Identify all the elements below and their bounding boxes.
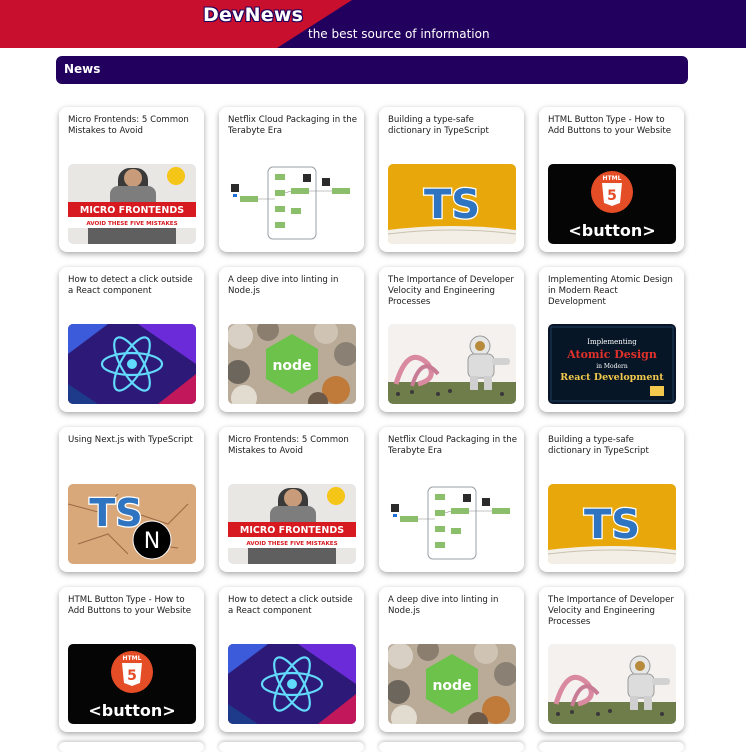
svg-text:HTML: HTML: [123, 655, 142, 662]
article-title[interactable]: A deep dive into linting in Node.js: [228, 275, 358, 297]
svg-text:N: N: [144, 529, 160, 554]
site-header: DevNews the best source of information: [0, 0, 746, 48]
article-card-partial[interactable]: [219, 742, 364, 752]
svg-text:HTML: HTML: [603, 175, 622, 182]
article-card[interactable]: The Importance of Developer Velocity and…: [379, 267, 524, 412]
svg-text:node: node: [432, 678, 471, 694]
svg-text:Implementing: Implementing: [587, 338, 637, 346]
svg-text:5: 5: [607, 188, 617, 204]
article-card[interactable]: A deep dive into linting in Node.js node: [379, 587, 524, 732]
article-thumbnail-netflix[interactable]: [228, 164, 356, 244]
article-thumbnail-astronaut[interactable]: [548, 644, 676, 724]
svg-text:MICRO FRONTENDS: MICRO FRONTENDS: [80, 205, 184, 216]
article-thumbnail-microfrontends[interactable]: MICRO FRONTENDS AVOID THESE FIVE MISTAKE…: [228, 484, 356, 564]
article-thumbnail-netflix[interactable]: [388, 484, 516, 564]
article-title[interactable]: The Importance of Developer Velocity and…: [548, 595, 678, 628]
article-thumbnail-astronaut[interactable]: [388, 324, 516, 404]
article-thumbnail-node[interactable]: node: [388, 644, 516, 724]
article-card-partial[interactable]: [539, 742, 684, 752]
article-card[interactable]: How to detect a click outside a React co…: [219, 587, 364, 732]
article-thumbnail-node[interactable]: node: [228, 324, 356, 404]
svg-text:TS: TS: [89, 491, 142, 535]
article-title[interactable]: How to detect a click outside a React co…: [228, 595, 358, 617]
article-title[interactable]: Micro Frontends: 5 Common Mistakes to Av…: [68, 115, 198, 137]
article-thumbnail-react[interactable]: [68, 324, 196, 404]
article-thumbnail-ts-book[interactable]: TS: [388, 164, 516, 244]
article-card[interactable]: Netflix Cloud Packaging in the Terabyte …: [219, 107, 364, 252]
article-thumbnail-html-button[interactable]: HTML 5 <button>: [68, 644, 196, 724]
article-thumbnail-html-button[interactable]: HTML 5 <button>: [548, 164, 676, 244]
article-card[interactable]: Micro Frontends: 5 Common Mistakes to Av…: [59, 107, 204, 252]
article-card[interactable]: HTML Button Type - How to Add Buttons to…: [59, 587, 204, 732]
article-title[interactable]: HTML Button Type - How to Add Buttons to…: [548, 115, 678, 137]
svg-text:Atomic Design: Atomic Design: [566, 348, 657, 361]
article-title[interactable]: Building a type-safe dictionary in TypeS…: [388, 115, 518, 137]
svg-text:<button>: <button>: [568, 221, 655, 240]
svg-text:MICRO FRONTENDS: MICRO FRONTENDS: [240, 525, 344, 536]
svg-text:<button>: <button>: [88, 701, 175, 720]
article-thumbnail-ts-next[interactable]: TS N: [68, 484, 196, 564]
svg-text:TS: TS: [584, 502, 640, 548]
site-tagline: the best source of information: [308, 27, 490, 41]
article-title[interactable]: HTML Button Type - How to Add Buttons to…: [68, 595, 198, 617]
article-title[interactable]: Building a type-safe dictionary in TypeS…: [548, 435, 678, 457]
article-card[interactable]: The Importance of Developer Velocity and…: [539, 587, 684, 732]
article-thumbnail-react[interactable]: [228, 644, 356, 724]
article-card[interactable]: Building a type-safe dictionary in TypeS…: [539, 427, 684, 572]
svg-text:AVOID THESE FIVE MISTAKES: AVOID THESE FIVE MISTAKES: [86, 221, 177, 227]
svg-text:node: node: [272, 358, 311, 374]
site-logo[interactable]: DevNews: [203, 4, 303, 26]
svg-text:in Modern: in Modern: [596, 363, 628, 370]
article-card[interactable]: Netflix Cloud Packaging in the Terabyte …: [379, 427, 524, 572]
article-thumbnail-atomic[interactable]: Implementing Atomic Design in Modern Rea…: [548, 324, 676, 404]
article-card[interactable]: How to detect a click outside a React co…: [59, 267, 204, 412]
svg-text:5: 5: [127, 668, 137, 684]
svg-text:React Development: React Development: [560, 372, 664, 383]
article-title[interactable]: A deep dive into linting in Node.js: [388, 595, 518, 617]
svg-text:AVOID THESE FIVE MISTAKES: AVOID THESE FIVE MISTAKES: [246, 541, 337, 547]
article-card-partial[interactable]: [379, 742, 524, 752]
article-card[interactable]: Micro Frontends: 5 Common Mistakes to Av…: [219, 427, 364, 572]
article-title[interactable]: The Importance of Developer Velocity and…: [388, 275, 518, 308]
article-card[interactable]: Building a type-safe dictionary in TypeS…: [379, 107, 524, 252]
article-title[interactable]: Netflix Cloud Packaging in the Terabyte …: [388, 435, 518, 457]
article-thumbnail-ts-book[interactable]: TS: [548, 484, 676, 564]
article-thumbnail-microfrontends[interactable]: MICRO FRONTENDS AVOID THESE FIVE MISTAKE…: [68, 164, 196, 244]
article-title[interactable]: Micro Frontends: 5 Common Mistakes to Av…: [228, 435, 358, 457]
article-card[interactable]: A deep dive into linting in Node.js node: [219, 267, 364, 412]
article-card[interactable]: Implementing Atomic Design in Modern Rea…: [539, 267, 684, 412]
article-title[interactable]: Netflix Cloud Packaging in the Terabyte …: [228, 115, 358, 137]
article-title[interactable]: Using Next.js with TypeScript: [68, 435, 198, 446]
news-section-header: News: [56, 56, 688, 84]
article-card[interactable]: Using Next.js with TypeScript TS N: [59, 427, 204, 572]
article-card[interactable]: HTML Button Type - How to Add Buttons to…: [539, 107, 684, 252]
article-title[interactable]: How to detect a click outside a React co…: [68, 275, 198, 297]
article-card-partial[interactable]: [59, 742, 204, 752]
svg-text:TS: TS: [424, 182, 480, 228]
article-grid: Micro Frontends: 5 Common Mistakes to Av…: [59, 107, 689, 732]
article-title[interactable]: Implementing Atomic Design in Modern Rea…: [548, 275, 678, 308]
